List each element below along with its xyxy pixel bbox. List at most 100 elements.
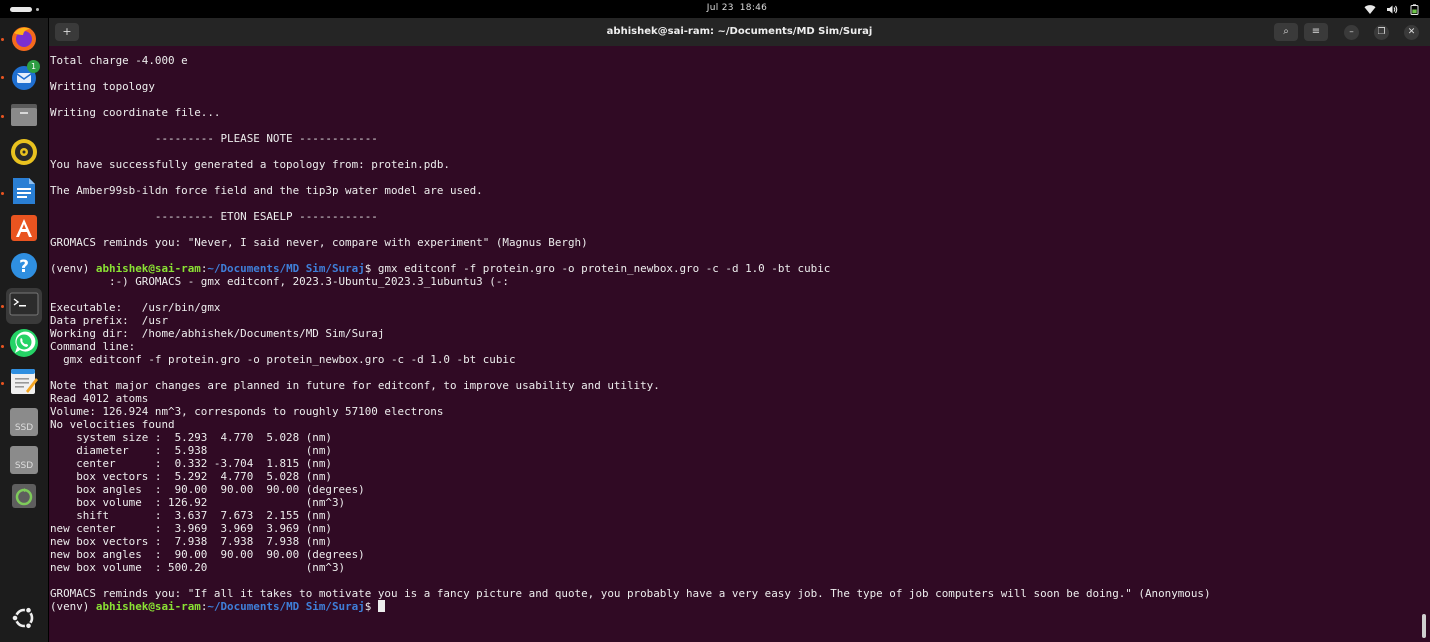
whatsapp-icon	[8, 327, 40, 363]
dock-running-marker	[1, 345, 4, 348]
terminal-line: The Amber99sb-ildn force field and the t…	[50, 184, 483, 197]
terminal-line: Note that major changes are planned in f…	[50, 379, 660, 392]
volume-icon[interactable]	[1386, 4, 1398, 15]
terminal-line: You have successfully generated a topolo…	[50, 158, 450, 171]
new-tab-button[interactable]: +	[55, 23, 79, 41]
prompt-user: abhishek@sai-ram	[95, 600, 201, 613]
restore-icon: ❐	[1377, 27, 1386, 37]
text-editor-icon	[9, 366, 39, 400]
close-button[interactable]: ✕	[1404, 25, 1419, 40]
dock-text-editor[interactable]	[6, 365, 42, 401]
system-tray[interactable]	[1364, 3, 1420, 15]
prompt-user: abhishek@sai-ram	[95, 262, 201, 275]
unread-badge: 1	[27, 60, 40, 73]
menu-button[interactable]: ≡	[1304, 23, 1328, 41]
drive-icon: SSD	[10, 446, 38, 474]
restore-button[interactable]: ❐	[1374, 25, 1389, 40]
dock-running-marker	[1, 305, 4, 308]
dock-trash[interactable]	[6, 480, 42, 516]
terminal-line: gmx editconf -f protein.gro -o protein_n…	[50, 353, 516, 366]
terminal-line: new box angles : 90.00 90.00 90.00 (degr…	[50, 548, 365, 561]
dock-whatsapp[interactable]	[6, 327, 42, 363]
clock-time: 18:46	[739, 3, 768, 13]
text-cursor	[377, 600, 385, 612]
mail-icon: 1	[9, 60, 40, 92]
minimize-button[interactable]: –	[1344, 25, 1359, 40]
terminal-line: Executable: /usr/bin/gmx	[50, 301, 221, 314]
terminal-line: box volume : 126.92 (nm^3)	[50, 496, 346, 509]
dock-running-marker	[1, 192, 4, 195]
terminal-line: GROMACS reminds you: "If all it takes to…	[50, 587, 1211, 600]
hamburger-menu-icon: ≡	[1311, 26, 1321, 37]
terminal-line: Writing topology	[50, 80, 155, 93]
terminal-line: box angles : 90.00 90.00 90.00 (degrees)	[50, 483, 365, 496]
terminal-line: No velocities found	[50, 418, 175, 431]
music-icon	[9, 137, 39, 171]
ubuntu-icon	[11, 605, 37, 635]
files-icon	[9, 100, 39, 132]
close-icon: ✕	[1407, 27, 1416, 37]
terminal-line: Total charge -4.000 e	[50, 54, 188, 67]
terminal-line: Working dir: /home/abhishek/Documents/MD…	[50, 327, 385, 340]
dock-thunderbird[interactable]: 1	[6, 59, 42, 95]
search-button[interactable]: ⌕	[1274, 23, 1298, 41]
clock-date: Jul 23	[706, 3, 734, 13]
terminal-line: new center : 3.969 3.969 3.969 (nm)	[50, 522, 332, 535]
dock-running-marker	[1, 115, 4, 118]
terminal-scrollbar[interactable]	[1422, 614, 1426, 638]
dock-firefox[interactable]	[6, 22, 42, 58]
terminal-line: --------- PLEASE NOTE ------------	[50, 132, 378, 145]
window-title: abhishek@sai-ram: ~/Documents/MD Sim/Sur…	[606, 26, 873, 37]
app-center-icon	[10, 214, 38, 246]
new-tab-icon: +	[62, 25, 72, 38]
firefox-icon	[9, 23, 39, 57]
minimize-icon: –	[1349, 27, 1354, 37]
dock-ssd-1[interactable]: SSD	[6, 404, 42, 440]
prompt-venv: (venv)	[50, 600, 96, 613]
dock-show-apps[interactable]	[6, 602, 42, 638]
dock: 1 ? SSD SSD	[0, 18, 48, 642]
terminal-line: shift : 3.637 7.673 2.155 (nm)	[50, 509, 332, 522]
dock-app-center[interactable]	[6, 212, 42, 248]
terminal-line: Command line:	[50, 340, 136, 353]
command-text: gmx editconf -f protein.gro -o protein_n…	[377, 262, 831, 275]
drive-label: SSD	[14, 461, 34, 471]
terminal-line: Volume: 126.924 nm^3, corresponds to rou…	[50, 405, 444, 418]
terminal-icon	[9, 291, 39, 321]
dock-rhythmbox[interactable]	[6, 136, 42, 172]
battery-icon[interactable]	[1408, 3, 1420, 15]
terminal-line: Data prefix: /usr	[50, 314, 169, 327]
wifi-icon[interactable]	[1364, 4, 1376, 15]
terminal-line: center : 0.332 -3.704 1.815 (nm)	[50, 457, 332, 470]
terminal-line: new box volume : 500.20 (nm^3)	[50, 561, 346, 574]
terminal-line: (venv) abhishek@sai-ram:~/Documents/MD S…	[50, 262, 1419, 275]
terminal-output[interactable]: Total charge -4.000 e Writing topology Wri…	[49, 54, 1419, 642]
search-icon: ⌕	[1283, 26, 1289, 37]
prompt-path: ~/Documents/MD Sim/Suraj	[207, 600, 365, 613]
dock-ssd-2[interactable]: SSD	[6, 442, 42, 478]
dock-running-marker	[1, 382, 4, 385]
clock[interactable]: Jul 23 18:46	[0, 3, 1430, 13]
prompt-path: ~/Documents/MD Sim/Suraj	[207, 262, 365, 275]
dock-help[interactable]: ?	[6, 250, 42, 286]
dock-terminal[interactable]	[6, 288, 42, 324]
prompt-dollar: $	[364, 600, 378, 613]
drive-label: SSD	[14, 423, 34, 433]
dock-files[interactable]	[6, 98, 42, 134]
dock-writer[interactable]	[6, 175, 42, 211]
dock-running-marker	[1, 76, 4, 79]
svg-text:?: ?	[19, 257, 29, 277]
window-titlebar[interactable]: abhishek@sai-ram: ~/Documents/MD Sim/Sur…	[49, 18, 1430, 46]
terminal-window: abhishek@sai-ram: ~/Documents/MD Sim/Sur…	[49, 18, 1430, 642]
terminal-line: :-) GROMACS - gmx editconf, 2023.3-Ubunt…	[50, 275, 509, 288]
